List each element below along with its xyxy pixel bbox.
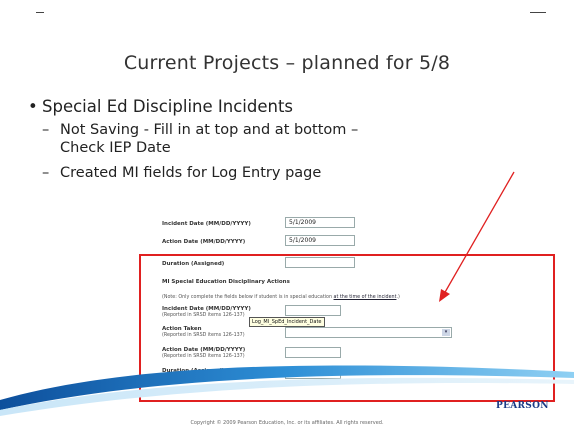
bottom-swoosh <box>0 365 574 416</box>
arrow-line <box>443 171 515 295</box>
arrow-head <box>439 289 450 302</box>
slide: Current Projects – planned for 5/8 • Spec… <box>0 0 574 432</box>
copyright-text: Copyright © 2009 Pearson Education, Inc.… <box>190 420 384 426</box>
pearson-logo: PEARSON <box>496 401 549 411</box>
